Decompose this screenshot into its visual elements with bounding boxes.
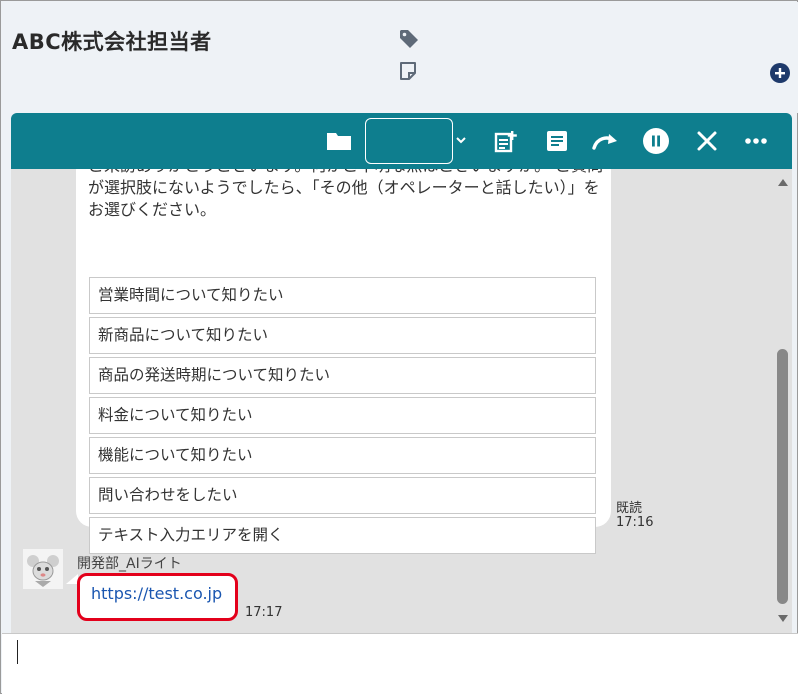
- text-document-icon: [547, 131, 567, 151]
- text-caret: [17, 640, 18, 664]
- note-icon[interactable]: [397, 60, 419, 82]
- close-button[interactable]: [692, 126, 722, 156]
- chevron-down-icon[interactable]: [454, 130, 468, 150]
- folder-button[interactable]: [324, 126, 354, 156]
- forward-button[interactable]: [591, 126, 621, 156]
- add-document-button[interactable]: [491, 126, 521, 156]
- chat-toolbar: [11, 113, 792, 169]
- message-link[interactable]: https://test.co.jp: [91, 584, 222, 603]
- folder-icon: [327, 133, 351, 150]
- pause-button[interactable]: [641, 126, 671, 156]
- text-document-button[interactable]: [542, 126, 572, 156]
- scrollbar-thumb[interactable]: [777, 349, 788, 604]
- choice-option[interactable]: 機能について知りたい: [89, 437, 596, 474]
- choice-option[interactable]: テキスト入力エリアを開く: [89, 517, 596, 554]
- choice-option[interactable]: 新商品について知りたい: [89, 317, 596, 354]
- bot-message-text: ご来訪ありがとうございます。何かご不明な点はございますか。 ご質問が選択肢にない…: [88, 169, 603, 219]
- close-icon: [697, 131, 717, 151]
- pause-icon: [643, 128, 669, 154]
- choice-option[interactable]: 問い合わせをしたい: [89, 477, 596, 514]
- scroll-down-arrow-icon[interactable]: [778, 615, 788, 622]
- page-title: ABC株式会社担当者: [12, 30, 212, 54]
- link-message-bubble: https://test.co.jp: [77, 573, 238, 621]
- choice-option[interactable]: 商品の発送時期について知りたい: [89, 357, 596, 394]
- chat-panel: ご来訪ありがとうございます。何かご不明な点はございますか。 ご質問が選択肢にない…: [11, 113, 792, 633]
- add-circle-icon[interactable]: [769, 62, 791, 84]
- bot-message-bubble: ご来訪ありがとうございます。何かご不明な点はございますか。 ご質問が選択肢にない…: [76, 169, 611, 554]
- more-icon: [745, 138, 767, 144]
- avatar: [23, 549, 63, 589]
- read-status: 既読: [616, 501, 643, 516]
- forward-icon: [592, 134, 617, 150]
- message-timestamp: 17:17: [245, 605, 283, 620]
- message-list[interactable]: ご来訪ありがとうございます。何かご不明な点はございますか。 ご質問が選択肢にない…: [11, 169, 774, 633]
- chat-window: ABC株式会社担当者 が選択肢にないようでしたら、「その他（オペレーターと話した…: [0, 0, 798, 694]
- choice-option[interactable]: 料金について知りたい: [89, 397, 596, 434]
- scrollbar[interactable]: [774, 169, 792, 633]
- scroll-up-arrow-icon[interactable]: [778, 179, 788, 186]
- message-timestamp: 17:16: [616, 515, 654, 530]
- choice-option[interactable]: 営業時間について知りたい: [89, 277, 596, 314]
- sender-name: 開発部_AIライト: [77, 556, 182, 572]
- add-document-icon: [494, 131, 517, 153]
- tag-icon[interactable]: [397, 27, 421, 51]
- status-select[interactable]: [365, 118, 453, 164]
- chat-header: ABC株式会社担当者: [2, 2, 798, 113]
- message-input[interactable]: [2, 633, 798, 694]
- more-button[interactable]: [741, 126, 771, 156]
